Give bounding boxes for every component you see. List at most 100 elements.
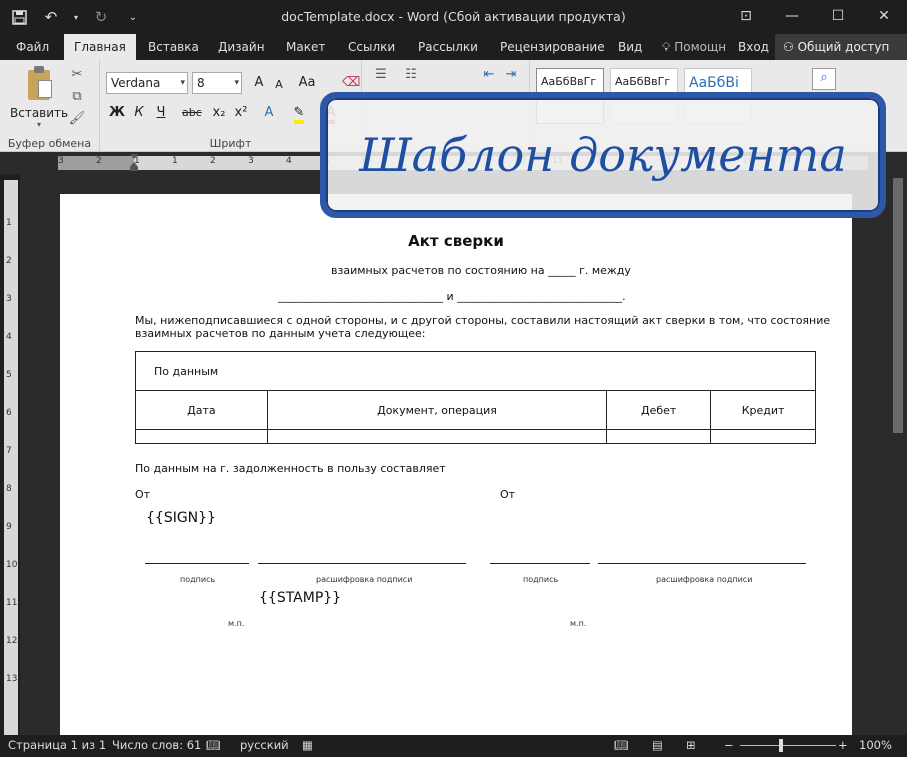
ruler-number: 2 bbox=[210, 156, 216, 166]
scrollbar-thumb[interactable] bbox=[893, 178, 903, 433]
zoom-slider[interactable] bbox=[740, 745, 836, 746]
signature-line-left bbox=[145, 563, 249, 564]
bold-button[interactable]: Ж bbox=[108, 102, 126, 124]
italic-button[interactable]: К bbox=[130, 102, 148, 124]
decode-line-left bbox=[258, 563, 466, 564]
tab-mailings[interactable]: Рассылки bbox=[408, 34, 488, 60]
stamp-placeholder: {{STAMP}} bbox=[259, 590, 342, 606]
tab-review[interactable]: Рецензирование bbox=[490, 34, 615, 60]
table-col-date: Дата bbox=[135, 390, 268, 430]
decrease-indent-icon[interactable]: ⇤ bbox=[480, 66, 498, 84]
document-paragraph-2: взаимных расчетов по данным учета следую… bbox=[135, 327, 426, 340]
close-button[interactable]: ✕ bbox=[861, 0, 907, 32]
status-bar: Страница 1 из 1 Число слов: 61 📖︎ русски… bbox=[0, 735, 907, 757]
font-size-value: 8 bbox=[197, 76, 205, 90]
zoom-level[interactable]: 100% bbox=[859, 738, 892, 752]
sign-placeholder: {{SIGN}} bbox=[146, 510, 216, 526]
language-indicator[interactable]: русский bbox=[240, 738, 289, 752]
vertical-ruler-number: 13 bbox=[6, 674, 18, 684]
maximize-button[interactable]: ☐ bbox=[815, 0, 861, 32]
window-controls: ⊡ — ☐ ✕ bbox=[723, 0, 907, 32]
cut-icon[interactable]: ✂ bbox=[68, 66, 86, 84]
superscript-button[interactable]: x² bbox=[232, 102, 250, 124]
ribbon-display-options-button[interactable]: ⊡ bbox=[723, 0, 769, 32]
document-title: Акт сверки bbox=[408, 232, 504, 250]
person-add-icon: ⚇ bbox=[783, 40, 794, 54]
caption-decode-right: расшифровка подписи bbox=[656, 575, 753, 584]
decode-line-right bbox=[598, 563, 806, 564]
shrink-font-button[interactable]: A bbox=[270, 74, 288, 96]
vertical-ruler-number: 2 bbox=[6, 256, 12, 266]
tab-view[interactable]: Вид bbox=[608, 34, 652, 60]
clear-formatting-icon[interactable]: ⌫ bbox=[342, 72, 360, 94]
tab-file[interactable]: Файл bbox=[6, 34, 59, 60]
paste-button[interactable]: Вставить ▾ bbox=[10, 66, 68, 129]
minimize-button[interactable]: — bbox=[769, 0, 815, 32]
macro-icon[interactable]: ▦ bbox=[302, 738, 313, 752]
ruler-number: 3 bbox=[248, 156, 254, 166]
signin-link[interactable]: Вход bbox=[728, 34, 779, 60]
ruler-number: 1 bbox=[172, 156, 178, 166]
clipboard-group: Вставить ▾ ✂ ⧉ 🖌︎ Буфер обмена bbox=[0, 60, 100, 152]
vertical-ruler-number: 11 bbox=[6, 598, 18, 608]
paste-dropdown-icon[interactable]: ▾ bbox=[10, 120, 68, 129]
tab-layout[interactable]: Макет bbox=[276, 34, 335, 60]
vertical-ruler-number: 8 bbox=[6, 484, 12, 494]
table-header-cell: По данным bbox=[135, 351, 816, 391]
tab-home[interactable]: Главная bbox=[64, 34, 136, 60]
caption-sign-left: подпись bbox=[180, 575, 216, 584]
debt-line: По данным на г. задолженность в пользу с… bbox=[135, 462, 446, 475]
document-page[interactable]: Акт сверки взаимных расчетов по состояни… bbox=[60, 194, 852, 735]
table-cell bbox=[710, 429, 816, 444]
table-col-debit: Дебет bbox=[606, 390, 712, 430]
strikethrough-button[interactable]: abc bbox=[182, 102, 202, 124]
highlight-icon[interactable]: ✎ bbox=[290, 102, 308, 124]
table-cell bbox=[606, 429, 712, 444]
document-paragraph-1: Мы, нижеподписавшиеся с одной стороны, и… bbox=[135, 314, 831, 327]
print-layout-icon[interactable]: ▤ bbox=[652, 738, 663, 752]
grow-font-button[interactable]: A bbox=[250, 72, 268, 94]
document-area[interactable]: Акт сверки взаимных расчетов по состояни… bbox=[20, 174, 890, 735]
reconciliation-table: По данным Дата Документ, операция Дебет … bbox=[135, 351, 816, 444]
change-case-button[interactable]: Aa bbox=[298, 72, 316, 94]
vertical-ruler-number: 6 bbox=[6, 408, 12, 418]
indent-marker-icon[interactable] bbox=[130, 154, 138, 172]
word-count[interactable]: Число слов: 61 bbox=[112, 738, 201, 752]
numbering-icon[interactable]: ☷ bbox=[402, 66, 420, 84]
zoom-in-icon[interactable]: + bbox=[838, 738, 848, 752]
vertical-ruler-number: 7 bbox=[6, 446, 12, 456]
page-count[interactable]: Страница 1 из 1 bbox=[8, 738, 106, 752]
tab-design[interactable]: Дизайн bbox=[208, 34, 275, 60]
tab-insert[interactable]: Вставка bbox=[138, 34, 209, 60]
font-size-combo[interactable]: 8 ▾ bbox=[192, 72, 242, 94]
proofing-icon[interactable]: 📖︎ bbox=[206, 738, 221, 752]
bullets-icon[interactable]: ☰ bbox=[372, 66, 390, 84]
tab-references[interactable]: Ссылки bbox=[338, 34, 405, 60]
share-button[interactable]: ⚇ Общий доступ bbox=[775, 34, 907, 60]
tell-me-label: Помощн bbox=[674, 40, 727, 54]
vertical-ruler-number: 12 bbox=[6, 636, 18, 646]
vertical-ruler: 1 2 3 4 5 6 7 8 9 10 11 12 13 bbox=[4, 180, 18, 735]
document-line-1: взаимных расчетов по состоянию на _____ … bbox=[331, 264, 631, 277]
text-effects-icon[interactable]: A bbox=[260, 102, 278, 124]
read-mode-icon[interactable]: 📖︎ bbox=[614, 738, 629, 752]
template-banner: Шаблон документа bbox=[320, 92, 886, 218]
zoom-out-icon[interactable]: − bbox=[724, 738, 734, 752]
subscript-button[interactable]: x₂ bbox=[210, 102, 228, 124]
vertical-ruler-number: 4 bbox=[6, 332, 12, 342]
chevron-down-icon: ▾ bbox=[234, 78, 239, 88]
tell-me-box[interactable]: 💡︎ Помощн bbox=[652, 34, 736, 60]
search-icon[interactable]: ⌕ bbox=[812, 68, 836, 90]
increase-indent-icon[interactable]: ⇥ bbox=[502, 66, 520, 84]
font-name-combo[interactable]: Verdana ▾ bbox=[106, 72, 188, 94]
vertical-scrollbar[interactable] bbox=[890, 174, 907, 735]
vertical-ruler-number: 1 bbox=[6, 218, 12, 228]
format-painter-icon[interactable]: 🖌︎ bbox=[68, 110, 86, 128]
ruler-number: 2 bbox=[96, 156, 102, 166]
zoom-slider-thumb[interactable] bbox=[779, 739, 783, 752]
copy-icon[interactable]: ⧉ bbox=[68, 88, 86, 106]
font-name-value: Verdana bbox=[111, 76, 161, 90]
caption-mp-left: м.п. bbox=[228, 619, 245, 628]
underline-button[interactable]: Ч bbox=[152, 102, 170, 124]
web-layout-icon[interactable]: ⊞ bbox=[686, 738, 696, 752]
